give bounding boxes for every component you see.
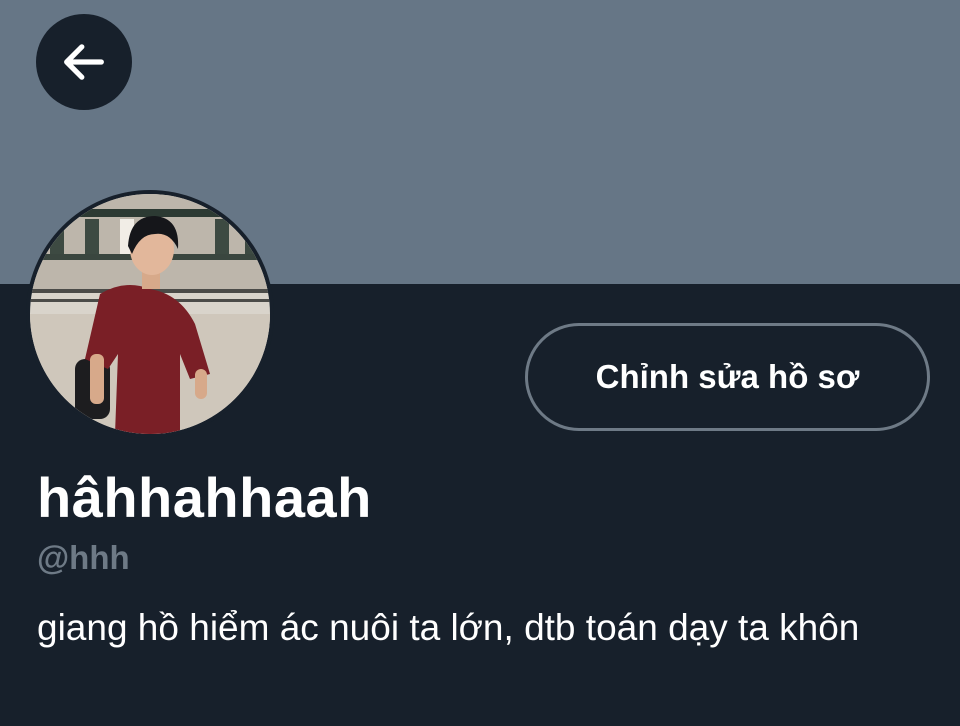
user-handle: @hhh (37, 539, 130, 576)
profile-bio: giang hồ hiểm ác nuôi ta lớn, dtb toán d… (37, 607, 860, 648)
avatar-photo (30, 194, 270, 434)
back-button[interactable] (36, 14, 132, 110)
arrow-left-icon (64, 44, 104, 80)
display-name: hâhhahhaah (37, 466, 372, 529)
edit-profile-button[interactable]: Chỉnh sửa hồ sơ (525, 323, 930, 431)
avatar[interactable] (26, 190, 274, 438)
profile-page: Chỉnh sửa hồ sơ hâhhahhaah @hhh giang hồ… (0, 0, 960, 726)
